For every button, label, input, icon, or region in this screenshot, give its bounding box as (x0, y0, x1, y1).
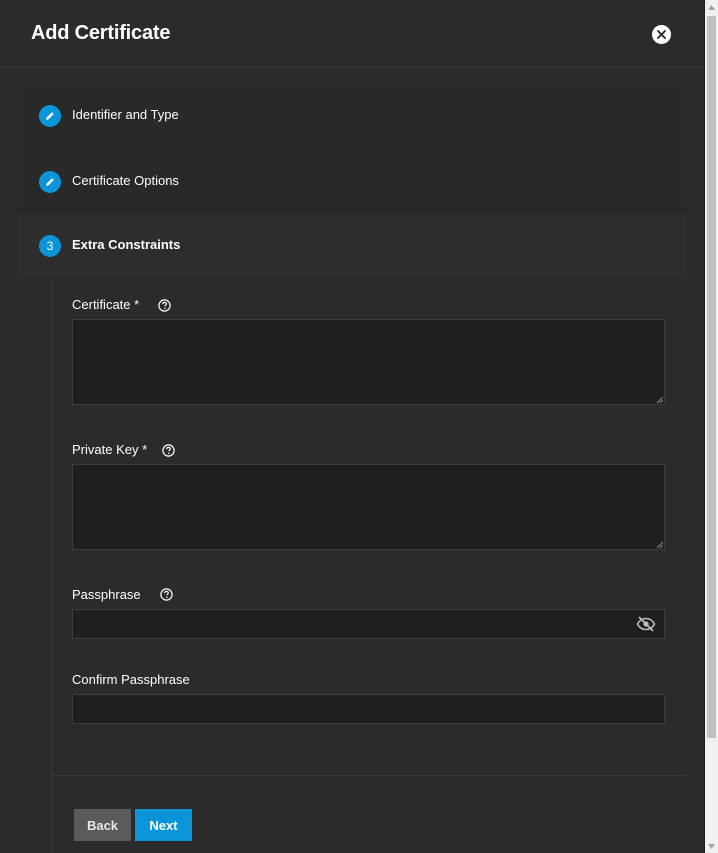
passphrase-label: Passphrase (72, 587, 141, 602)
help-icon[interactable] (160, 588, 173, 601)
back-button[interactable]: Back (74, 809, 131, 841)
footer-divider (52, 775, 686, 776)
certificate-textarea[interactable] (72, 319, 665, 405)
next-button[interactable]: Next (135, 809, 192, 841)
dialog-title: Add Certificate (31, 22, 171, 44)
edit-icon (39, 105, 61, 127)
step-label: Certificate Options (72, 173, 179, 188)
step-label: Extra Constraints (72, 237, 181, 252)
scroll-up-arrow-icon[interactable] (705, 0, 718, 14)
add-certificate-dialog: Add Certificate Identifier and Type Cert… (0, 0, 705, 853)
confirm-passphrase-input[interactable] (72, 694, 665, 724)
stepper-connector-line (51, 280, 52, 853)
private-key-textarea[interactable] (72, 464, 665, 550)
dialog-header: Add Certificate (0, 0, 704, 68)
help-icon[interactable] (162, 444, 175, 457)
close-icon[interactable] (652, 25, 671, 44)
scrollbar-thumb[interactable] (707, 16, 716, 738)
scroll-down-arrow-icon[interactable] (705, 839, 718, 853)
confirm-passphrase-label: Confirm Passphrase (72, 672, 190, 687)
certificate-label: Certificate * (72, 297, 140, 312)
resize-handle-icon[interactable] (656, 396, 663, 403)
step-extra-constraints[interactable]: 3 Extra Constraints (18, 214, 686, 278)
step-label: Identifier and Type (72, 107, 179, 122)
resize-handle-icon[interactable] (656, 541, 663, 548)
step-identifier-and-type[interactable]: Identifier and Type (18, 84, 686, 148)
visibility-off-icon[interactable] (636, 615, 656, 633)
step-number-badge: 3 (39, 235, 61, 257)
help-icon[interactable] (158, 299, 171, 312)
edit-icon (39, 171, 61, 193)
step-certificate-options[interactable]: Certificate Options (18, 150, 686, 214)
private-key-label: Private Key * (72, 442, 148, 457)
passphrase-input[interactable] (72, 609, 665, 639)
vertical-scrollbar[interactable] (705, 0, 718, 853)
